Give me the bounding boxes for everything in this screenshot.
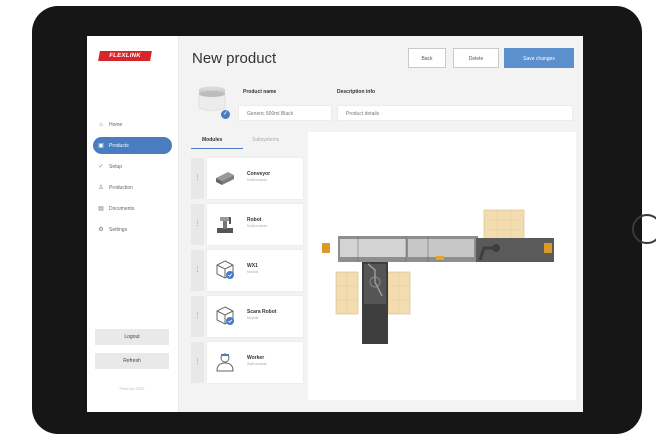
infeed-block[interactable] (322, 243, 330, 253)
layout-canvas[interactable] (308, 132, 576, 400)
products-icon: ▣ (98, 143, 104, 149)
drag-handle-icon[interactable]: ⋮ (191, 250, 204, 291)
sidebar-item-label: Documents (109, 205, 135, 212)
module-subtitle: Multi-module (247, 178, 268, 182)
outfeed-block[interactable] (544, 243, 552, 253)
cube-icon (216, 260, 234, 279)
sidebar-item-documents[interactable]: ▤ Documents (93, 200, 172, 217)
sidebar-footer: FlexLink 2022 (119, 386, 145, 391)
module-subtitle: Staff module (247, 362, 267, 366)
module-list: ⋮ Conveyor Multi-module ⋮ Robot Multi-mo… (191, 158, 303, 388)
sidebar-item-production[interactable]: ♙ Production (93, 179, 172, 196)
sidebar-item-label: Products (109, 142, 129, 149)
module-subtitle: Module (247, 270, 259, 274)
page-title: New product (192, 50, 277, 67)
module-card[interactable]: Conveyor Multi-module (207, 158, 303, 199)
home-icon: ⌂ (99, 121, 103, 128)
robot-cell[interactable] (362, 262, 388, 344)
tab-active-indicator (191, 148, 243, 149)
module-name: Robot (247, 217, 262, 223)
pallet-top-right[interactable] (483, 209, 525, 241)
sidebar-item-label: Setup (109, 163, 123, 170)
sidebar-item-label: Home (109, 121, 123, 128)
conveyor-marker (436, 256, 444, 260)
module-subtitle: Module (247, 316, 259, 320)
brand-logo: FLEXLINK (98, 51, 152, 61)
conveyor-icon (216, 172, 234, 185)
save-changes-button[interactable]: Save changes (504, 48, 574, 68)
sidebar-item-label: Production (109, 184, 133, 191)
app-screen: FLEXLINK ⌂ Home ▣ Products ✓ Setup ♙ Pro… (87, 36, 583, 412)
description-label: Description info (337, 89, 376, 95)
sidebar-item-setup[interactable]: ✓ Setup (93, 158, 172, 175)
drag-handle-icon[interactable]: ⋮ (191, 342, 204, 383)
module-card[interactable]: Scara Robot Module (207, 296, 303, 337)
module-subtitle: Multi-module (247, 224, 268, 228)
sidebar-nav: ⌂ Home ▣ Products ✓ Setup ♙ Production ▤… (87, 116, 178, 242)
tab-subsystems[interactable]: Subsystems (252, 137, 279, 143)
pallet-center-right[interactable] (387, 271, 411, 315)
module-card[interactable]: WX1 Module (207, 250, 303, 291)
list-item[interactable]: ⋮ Scara Robot Module (191, 296, 303, 337)
cube-icon (216, 306, 234, 325)
module-name: Worker (247, 355, 265, 361)
module-card[interactable]: Robot Multi-module (207, 204, 303, 245)
worker-icon (216, 353, 234, 372)
conveyor-segment-right[interactable] (476, 238, 554, 262)
check-icon: ✓ (221, 110, 230, 119)
refresh-button[interactable]: Refresh (95, 353, 169, 369)
list-item[interactable]: ⋮ Robot Multi-module (191, 204, 303, 245)
sidebar-item-settings[interactable]: ⚙ Settings (93, 221, 172, 238)
module-name: Scara Robot (247, 309, 277, 315)
list-item[interactable]: ⋮ Worker Staff module (191, 342, 303, 383)
module-name: WX1 (247, 263, 258, 269)
product-name-label: Product name (243, 89, 277, 95)
drag-handle-icon[interactable]: ⋮ (191, 158, 204, 199)
logout-button[interactable]: Logout (95, 329, 169, 345)
pallet-left[interactable] (335, 271, 359, 315)
documents-icon: ▤ (98, 206, 104, 212)
robot-arm-icon (217, 217, 233, 233)
description-field[interactable]: Product details (337, 105, 573, 121)
module-name: Conveyor (247, 171, 271, 177)
setup-icon: ✓ (98, 164, 104, 170)
back-button[interactable]: Back (408, 48, 446, 68)
delete-button[interactable]: Delete (453, 48, 499, 68)
drag-handle-icon[interactable]: ⋮ (191, 204, 204, 245)
sidebar: FLEXLINK ⌂ Home ▣ Products ✓ Setup ♙ Pro… (87, 36, 179, 412)
sidebar-item-products[interactable]: ▣ Products (93, 137, 172, 154)
sidebar-item-label: Settings (109, 226, 128, 233)
conveyor-line[interactable] (338, 236, 478, 262)
product-name-field[interactable]: Generic 500ml Black (238, 105, 332, 121)
list-item[interactable]: ⋮ Conveyor Multi-module (191, 158, 303, 199)
home-button-hardware[interactable] (632, 214, 656, 244)
sidebar-item-home[interactable]: ⌂ Home (93, 116, 172, 133)
module-card[interactable]: Worker Staff module (207, 342, 303, 383)
settings-icon: ⚙ (98, 227, 104, 233)
production-icon: ♙ (98, 185, 104, 191)
tab-modules[interactable]: Modules (202, 137, 222, 143)
list-item[interactable]: ⋮ WX1 Module (191, 250, 303, 291)
drag-handle-icon[interactable]: ⋮ (191, 296, 204, 337)
